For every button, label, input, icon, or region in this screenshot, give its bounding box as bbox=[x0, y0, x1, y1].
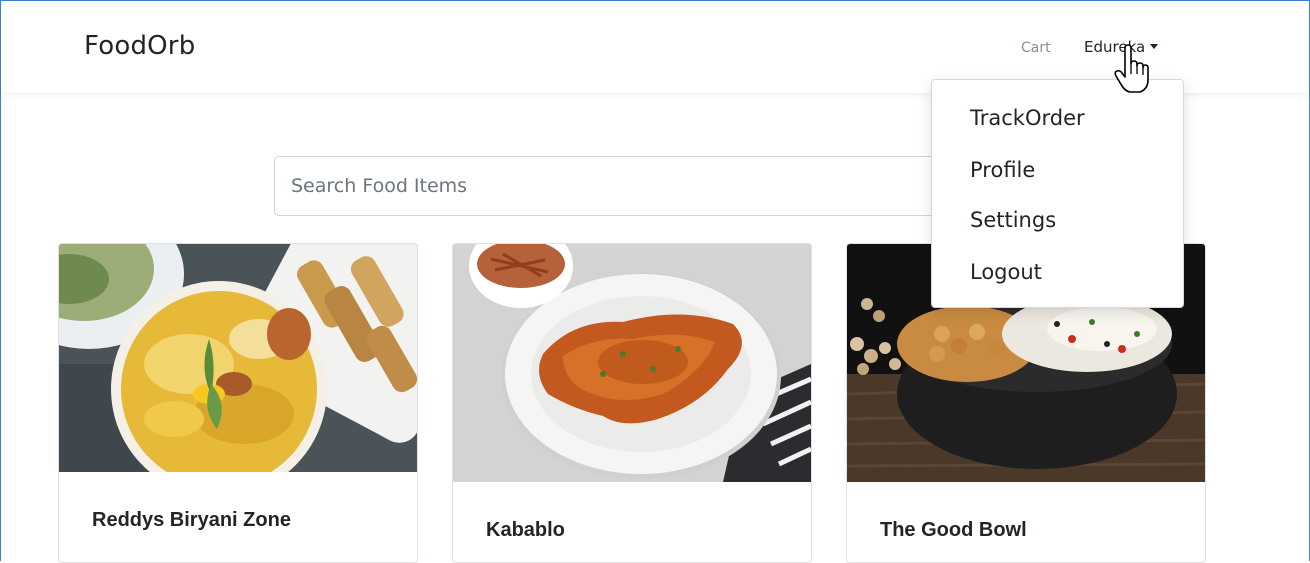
menu-item-settings[interactable]: Settings bbox=[970, 208, 1056, 232]
restaurant-name: The Good Bowl bbox=[880, 519, 1027, 541]
restaurant-name: Reddys Biryani Zone bbox=[92, 509, 291, 531]
restaurant-image-kabablo bbox=[453, 244, 811, 482]
brand-logo[interactable]: FoodOrb bbox=[84, 31, 195, 61]
menu-item-logout[interactable]: Logout bbox=[970, 260, 1042, 284]
restaurant-card[interactable]: Reddys Biryani Zone bbox=[58, 243, 418, 563]
caret-down-icon bbox=[1150, 44, 1159, 49]
user-dropdown-menu: TrackOrder Profile Settings Logout bbox=[931, 79, 1184, 308]
menu-item-profile[interactable]: Profile bbox=[970, 158, 1035, 182]
nav-cart-link[interactable]: Cart bbox=[1021, 40, 1051, 56]
restaurant-image-biryani bbox=[59, 244, 417, 472]
hand-pointer-cursor-icon bbox=[1114, 44, 1149, 93]
restaurant-name: Kabablo bbox=[486, 519, 565, 541]
menu-item-trackorder[interactable]: TrackOrder bbox=[970, 106, 1085, 130]
restaurant-card[interactable]: Kabablo bbox=[452, 243, 812, 563]
